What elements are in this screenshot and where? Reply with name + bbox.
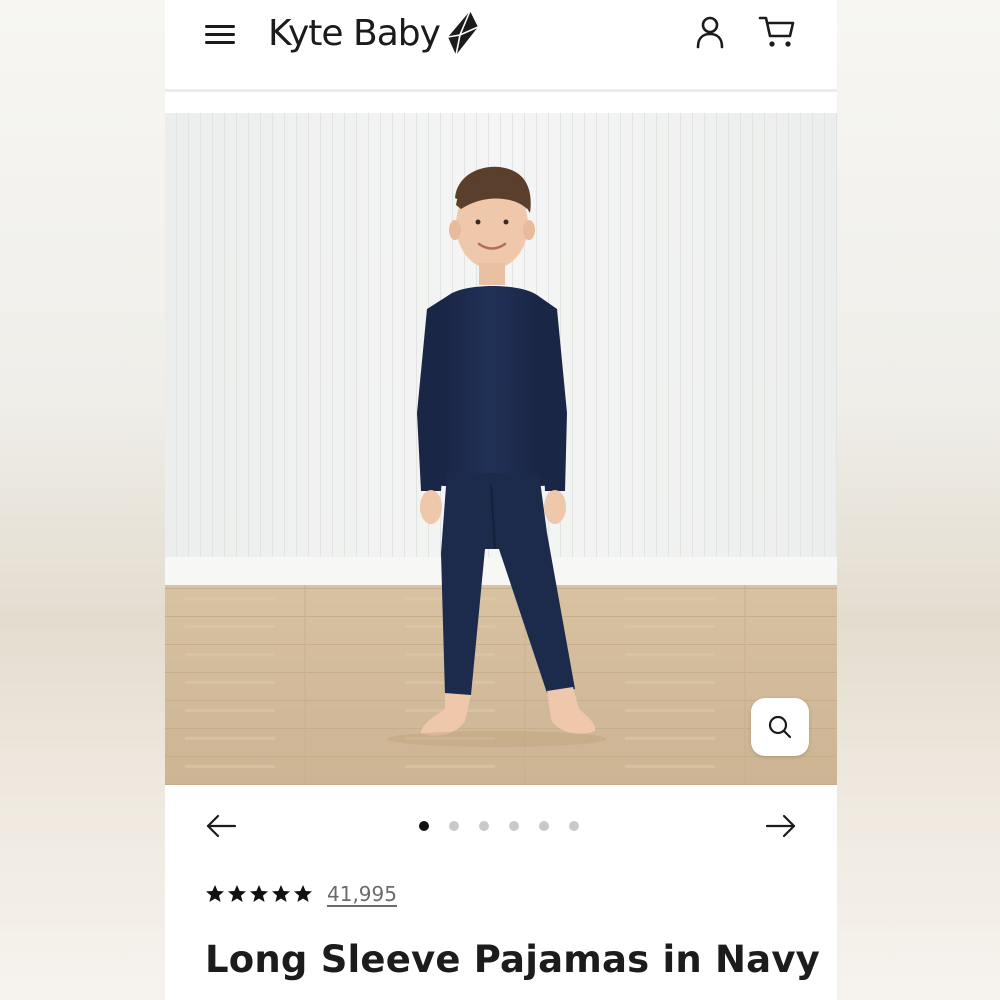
previous-slide-button[interactable] [203, 811, 239, 841]
product-photo [165, 113, 837, 785]
carousel-dot-6[interactable] [569, 821, 579, 831]
menu-icon-line [205, 33, 235, 36]
search-icon [768, 715, 792, 739]
carousel-navigation [165, 805, 837, 849]
brand-logo[interactable]: Kyte Baby [268, 8, 480, 58]
menu-icon [205, 25, 235, 28]
next-slide-button[interactable] [763, 811, 799, 841]
review-count-link[interactable]: 41,995 [327, 882, 397, 906]
background-right [835, 0, 1000, 1000]
brand-logo-text: Kyte Baby [268, 12, 441, 54]
menu-button[interactable] [203, 19, 239, 49]
arrow-right-icon [765, 814, 796, 838]
account-icon [696, 16, 724, 49]
product-title: Long Sleeve Pajamas in Navy [205, 938, 820, 981]
carousel-dot-1[interactable] [419, 821, 429, 831]
carousel-dot-5[interactable] [539, 821, 549, 831]
cart-button[interactable] [757, 14, 797, 50]
kite-logo-icon [447, 10, 479, 56]
carousel-dots [419, 821, 579, 831]
site-header: Kyte Baby [165, 0, 837, 92]
star-icon [206, 885, 224, 902]
product-image[interactable] [165, 113, 837, 785]
star-icon [228, 885, 246, 902]
carousel-dot-2[interactable] [449, 821, 459, 831]
zoom-button[interactable] [751, 698, 809, 756]
star-icon [294, 885, 312, 902]
star-icon [272, 885, 290, 902]
background-left [0, 0, 165, 1000]
star-icon [250, 885, 268, 902]
menu-icon-line [205, 41, 235, 44]
account-button[interactable] [692, 14, 728, 50]
carousel-dot-3[interactable] [479, 821, 489, 831]
product-rating: 41,995 [205, 882, 397, 906]
cart-icon [758, 16, 795, 47]
carousel-dot-4[interactable] [509, 821, 519, 831]
arrow-left-icon [206, 814, 237, 838]
product-page: Kyte Baby 41,995 Long Sleeve Pajamas in … [165, 0, 837, 1000]
star-rating [205, 884, 313, 904]
